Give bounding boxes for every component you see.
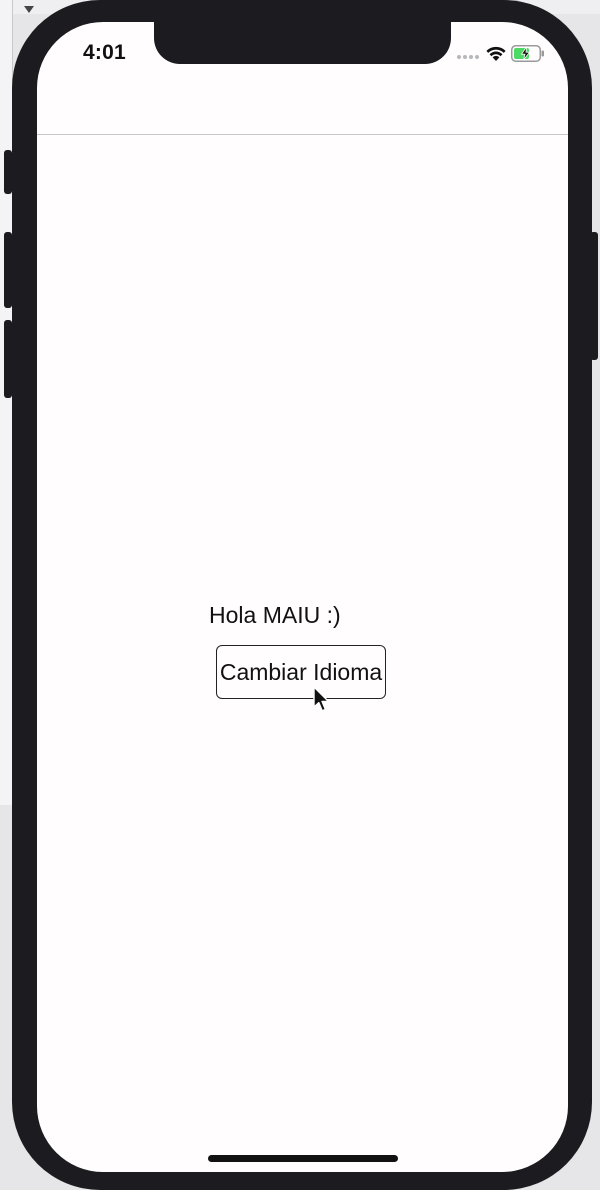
phone-screen: 4:01 Hola MAIU :) Cambiar Idioma xyxy=(37,22,568,1172)
battery-charging-icon xyxy=(511,45,544,62)
greeting-label: Hola MAIU :) xyxy=(209,602,341,628)
silent-switch[interactable] xyxy=(4,150,12,194)
cellular-signal-icon xyxy=(457,55,479,59)
notch xyxy=(154,22,451,64)
status-bar-time: 4:01 xyxy=(83,41,126,64)
disclosure-triangle-icon[interactable] xyxy=(24,6,34,13)
volume-up-button[interactable] xyxy=(4,232,12,308)
wifi-icon xyxy=(486,46,506,61)
mouse-pointer-icon xyxy=(313,686,330,712)
home-indicator[interactable] xyxy=(208,1155,398,1162)
volume-down-button[interactable] xyxy=(4,320,12,398)
simulator-desktop: 4:01 Hola MAIU :) Cambiar Idioma xyxy=(0,0,600,1190)
change-language-button[interactable]: Cambiar Idioma xyxy=(216,645,386,699)
